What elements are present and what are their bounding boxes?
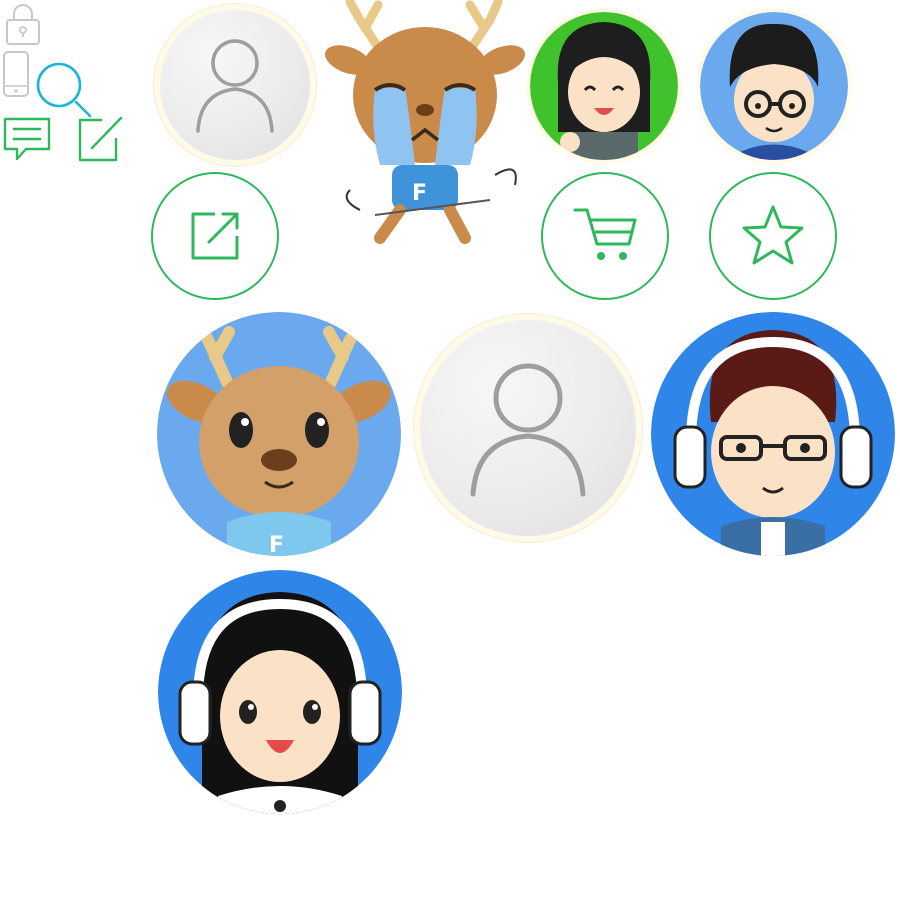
svg-text:F: F bbox=[269, 533, 284, 556]
girl-avatar-green[interactable] bbox=[530, 12, 678, 160]
star-button[interactable] bbox=[709, 172, 837, 300]
search-icon[interactable] bbox=[36, 62, 92, 118]
phone-icon bbox=[2, 50, 30, 98]
user-placeholder-icon bbox=[470, 363, 586, 497]
lock-icon bbox=[3, 2, 43, 46]
star-icon bbox=[742, 205, 804, 265]
cart-button[interactable] bbox=[541, 172, 669, 300]
girl-headphones-avatar[interactable] bbox=[158, 570, 402, 814]
comment-icon[interactable] bbox=[2, 116, 52, 164]
share-button[interactable] bbox=[151, 172, 279, 300]
crying-deer-sticker: F bbox=[320, 0, 530, 260]
avatar-placeholder-small[interactable] bbox=[160, 10, 310, 160]
svg-text:F: F bbox=[412, 181, 427, 206]
share-icon bbox=[191, 212, 239, 260]
edit-icon[interactable] bbox=[76, 114, 124, 164]
avatar-placeholder-large[interactable] bbox=[420, 320, 636, 536]
user-placeholder-icon bbox=[196, 39, 274, 133]
boy-headphones-avatar[interactable] bbox=[651, 312, 895, 556]
boy-glasses-avatar-blue[interactable] bbox=[700, 12, 848, 160]
deer-avatar-large[interactable]: F bbox=[157, 312, 401, 556]
cart-icon bbox=[573, 208, 637, 260]
